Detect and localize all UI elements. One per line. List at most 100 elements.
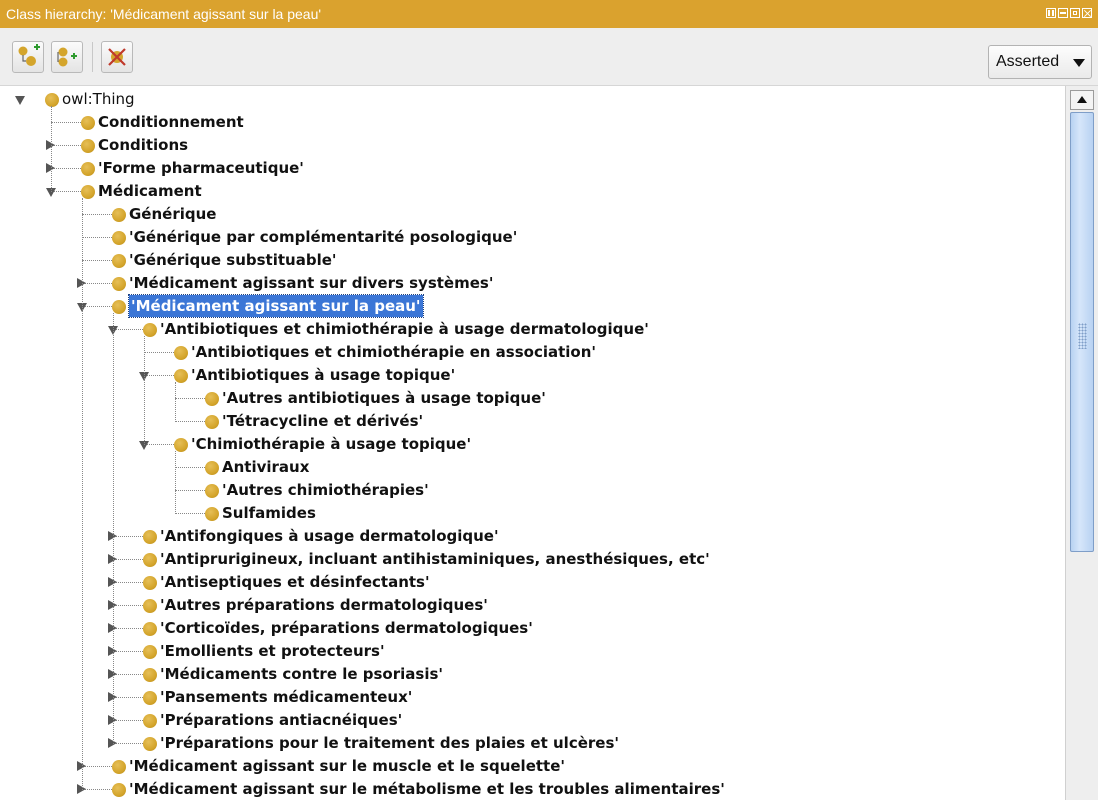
- tree-node[interactable]: 'Chimiothérapie à usage topique': [0, 433, 1065, 456]
- tree-connector: [175, 513, 205, 514]
- tree-node-label[interactable]: 'Antifongiques à usage dermatologique': [160, 525, 499, 548]
- tree-connector: [113, 559, 143, 560]
- expanded-arrow-icon[interactable]: [15, 96, 25, 105]
- tree-node-label[interactable]: Conditions: [98, 134, 188, 157]
- tree-node[interactable]: 'Tétracycline et dérivés': [0, 410, 1065, 433]
- tree-connector: [144, 352, 174, 353]
- class-icon: [112, 300, 126, 314]
- tree-node[interactable]: 'Autres antibiotiques à usage topique': [0, 387, 1065, 410]
- class-icon: [81, 162, 95, 176]
- scroll-up-button[interactable]: [1070, 90, 1094, 110]
- tree-node-label[interactable]: 'Générique par complémentarité posologiq…: [129, 226, 517, 249]
- add-subclass-button[interactable]: [12, 41, 44, 73]
- tree-node[interactable]: 'Emollients et protecteurs': [0, 640, 1065, 663]
- class-icon: [143, 576, 157, 590]
- tree-node[interactable]: 'Générique par complémentarité posologiq…: [0, 226, 1065, 249]
- tree-node-label[interactable]: 'Antibiotiques à usage topique': [191, 364, 455, 387]
- tree-node[interactable]: 'Médicament agissant sur la peau': [0, 294, 1065, 318]
- add-sibling-icon: [57, 47, 77, 67]
- tree-node-label[interactable]: 'Médicament agissant sur le métabolisme …: [129, 778, 725, 800]
- add-sibling-button[interactable]: [51, 41, 83, 73]
- tree-node[interactable]: 'Autres préparations dermatologiques': [0, 594, 1065, 617]
- tree-node[interactable]: 'Antibiotiques à usage topique': [0, 364, 1065, 387]
- tree-connector: [175, 467, 205, 468]
- tree-node-label[interactable]: 'Autres chimiothérapies': [222, 479, 429, 502]
- tree-node-label[interactable]: Médicament: [98, 180, 202, 203]
- tree-node-label[interactable]: 'Autres préparations dermatologiques': [160, 594, 488, 617]
- tree-node[interactable]: Médicament: [0, 180, 1065, 203]
- tree-node-label[interactable]: 'Générique substituable': [129, 249, 336, 272]
- tree-node[interactable]: Antiviraux: [0, 456, 1065, 479]
- class-icon: [205, 461, 219, 475]
- tree-connector: [82, 237, 112, 238]
- tree-node[interactable]: 'Médicament agissant sur le muscle et le…: [0, 755, 1065, 778]
- tree-connector: [175, 398, 205, 399]
- tree-node-label[interactable]: 'Antibiotiques et chimiothérapie à usage…: [160, 318, 649, 341]
- tree-node-label[interactable]: 'Préparations antiacnéiques': [160, 709, 402, 732]
- tree-node-label[interactable]: 'Antiseptiques et désinfectants': [160, 571, 430, 594]
- tree-node[interactable]: 'Corticoïdes, préparations dermatologiqu…: [0, 617, 1065, 640]
- tree-node-label[interactable]: 'Emollients et protecteurs': [160, 640, 385, 663]
- tree-node[interactable]: 'Médicament agissant sur le métabolisme …: [0, 778, 1065, 800]
- class-icon: [112, 277, 126, 291]
- maximize-icon[interactable]: [1070, 8, 1080, 18]
- class-icon: [112, 760, 126, 774]
- tree-guide-line: [144, 336, 145, 445]
- tree-node-label[interactable]: 'Chimiothérapie à usage topique': [191, 433, 471, 456]
- tree-node-label[interactable]: 'Médicament agissant sur divers systèmes…: [129, 272, 493, 295]
- tree-node[interactable]: owl:Thing: [0, 88, 1065, 111]
- tree-node-label[interactable]: Conditionnement: [98, 111, 244, 134]
- tree-node-label[interactable]: 'Pansements médicamenteux': [160, 686, 412, 709]
- tree-connector: [82, 283, 112, 284]
- class-icon: [143, 622, 157, 636]
- add-subclass-icon: [18, 44, 40, 66]
- view-mode-value: Asserted: [996, 53, 1060, 70]
- tree-node-label[interactable]: 'Antiprurigineux, incluant antihistamini…: [160, 548, 710, 571]
- tree-node-label[interactable]: 'Forme pharmaceutique': [98, 157, 304, 180]
- tree-node[interactable]: 'Autres chimiothérapies': [0, 479, 1065, 502]
- tree-node[interactable]: 'Préparations antiacnéiques': [0, 709, 1065, 732]
- tree-node-label[interactable]: 'Antibiotiques et chimiothérapie en asso…: [191, 341, 596, 364]
- tree-node[interactable]: 'Générique substituable': [0, 249, 1065, 272]
- tree-connector: [51, 122, 81, 123]
- tree-node[interactable]: 'Antiseptiques et désinfectants': [0, 571, 1065, 594]
- split-view-icon[interactable]: [1046, 8, 1056, 18]
- tree-node[interactable]: Conditions: [0, 134, 1065, 157]
- tree-node-label[interactable]: 'Médicament agissant sur la peau': [128, 294, 424, 318]
- tree-connector: [175, 421, 205, 422]
- tree-node[interactable]: 'Antiprurigineux, incluant antihistamini…: [0, 548, 1065, 571]
- tree-node[interactable]: 'Préparations pour le traitement des pla…: [0, 732, 1065, 755]
- view-mode-dropdown[interactable]: Asserted: [988, 45, 1092, 79]
- minimize-icon[interactable]: [1058, 8, 1068, 18]
- tree-node[interactable]: 'Antibiotiques et chimiothérapie à usage…: [0, 318, 1065, 341]
- tree-node-label[interactable]: 'Autres antibiotiques à usage topique': [222, 387, 546, 410]
- close-icon[interactable]: [1082, 8, 1092, 18]
- tree-node[interactable]: Sulfamides: [0, 502, 1065, 525]
- class-icon: [112, 231, 126, 245]
- vertical-scrollbar[interactable]: [1065, 86, 1098, 800]
- tree-node[interactable]: 'Antibiotiques et chimiothérapie en asso…: [0, 341, 1065, 364]
- class-icon: [143, 668, 157, 682]
- tree-node[interactable]: 'Antifongiques à usage dermatologique': [0, 525, 1065, 548]
- class-icon: [143, 599, 157, 613]
- tree-node-label[interactable]: Générique: [129, 203, 216, 226]
- tree-node-label[interactable]: 'Préparations pour le traitement des pla…: [160, 732, 619, 755]
- tree-node-label[interactable]: 'Tétracycline et dérivés': [222, 410, 423, 433]
- tree-node-label[interactable]: Sulfamides: [222, 502, 316, 525]
- tree-node-label[interactable]: Antiviraux: [222, 456, 309, 479]
- class-hierarchy-tree[interactable]: owl:Thing Conditionnement Conditions 'Forme…: [0, 86, 1065, 800]
- tree-node-label[interactable]: 'Corticoïdes, préparations dermatologiqu…: [160, 617, 533, 640]
- tree-node[interactable]: 'Médicament agissant sur divers systèmes…: [0, 272, 1065, 295]
- tree-node-label[interactable]: 'Médicaments contre le psoriasis': [160, 663, 443, 686]
- tree-node-label[interactable]: owl:Thing: [62, 88, 135, 111]
- tree-node-label[interactable]: 'Médicament agissant sur le muscle et le…: [129, 755, 565, 778]
- tree-node[interactable]: 'Médicaments contre le psoriasis': [0, 663, 1065, 686]
- class-icon: [174, 369, 188, 383]
- tree-node[interactable]: Générique: [0, 203, 1065, 226]
- delete-class-button[interactable]: [101, 41, 133, 73]
- tree-node[interactable]: 'Forme pharmaceutique': [0, 157, 1065, 180]
- class-icon: [205, 484, 219, 498]
- scroll-thumb[interactable]: [1070, 112, 1094, 552]
- tree-node[interactable]: 'Pansements médicamenteux': [0, 686, 1065, 709]
- tree-node[interactable]: Conditionnement: [0, 111, 1065, 134]
